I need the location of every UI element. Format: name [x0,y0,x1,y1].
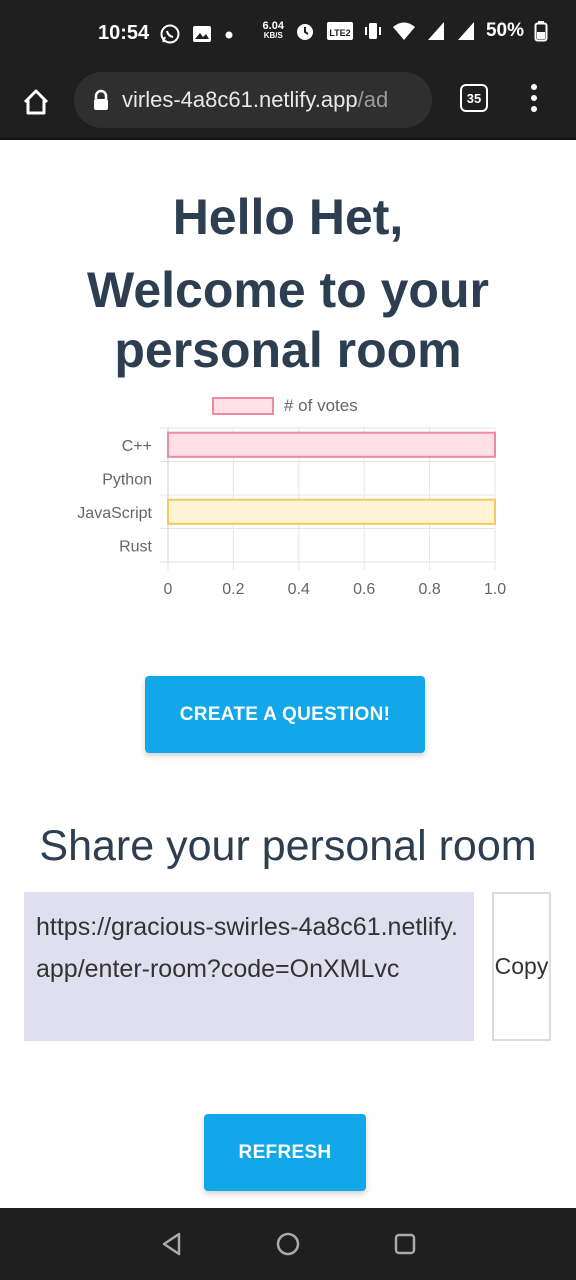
y-tick-label: Python [102,471,152,488]
legend-swatch [212,397,274,415]
create-question-button[interactable]: CREATE A QUESTION! [145,676,425,753]
battery-percent: 50% [485,20,524,41]
home-nav-button[interactable] [274,1230,302,1258]
whatsapp-icon [159,23,181,45]
signal-icon-2 [456,20,476,42]
home-button[interactable] [18,84,54,120]
volte-text: LTE2 [329,28,350,38]
copy-button[interactable]: Copy [492,892,551,1041]
recents-icon [394,1233,416,1255]
status-bar: 10:54 6.04 KB/S LTE2 50% [0,0,576,72]
status-right: 6.04 KB/S LTE2 50% [263,20,548,42]
url-rest: /ad [357,87,389,112]
recents-nav-button[interactable] [391,1230,419,1258]
more-menu-icon[interactable] [524,82,544,114]
home-circle-icon [276,1232,300,1256]
refresh-button[interactable]: REFRESH [204,1114,366,1191]
wifi-icon [392,20,416,42]
greeting-heading: Hello Het, [172,189,404,245]
copy-label: Copy [494,953,549,979]
address-bar[interactable]: virles-4a8c61.netlify.app/ad [74,72,432,128]
x-tick-label: 1.0 [484,581,506,598]
x-tick-label: 0.4 [288,581,310,598]
speed-unit: KB/S [263,31,283,40]
x-tick-label: 0 [164,581,173,598]
volte-icon: LTE2 [326,20,354,42]
y-tick-label: JavaScript [77,505,152,522]
share-link-box[interactable]: https://gracious-swirles-4a8c61.netlify.… [24,892,474,1041]
signal-icon-1 [426,20,446,42]
tab-switcher-button[interactable]: 35 [460,84,488,112]
lock-icon [94,89,108,110]
url-text: virles-4a8c61.netlify.app/ad [122,87,388,113]
x-tick-label: 0.2 [222,581,244,598]
x-tick-label: 0.8 [418,581,440,598]
notification-dot-icon [223,23,235,45]
votes-chart: 0 0.2 0.4 0.6 0.8 1.0 C++ Python JavaScript Rust … [0,388,576,608]
chart-legend[interactable]: # of votes [212,396,358,416]
network-speed: 6.04 KB/S [263,21,284,41]
gallery-icon [191,23,213,45]
back-nav-button[interactable] [158,1230,186,1258]
y-tick-label: C++ [122,438,152,455]
system-navigation-bar [0,1208,576,1280]
bar-c- [167,431,496,458]
legend-label: # of votes [284,396,358,415]
status-left: 10:54 [98,22,235,45]
y-tick-label: Rust [119,538,152,555]
welcome-heading: Welcome to your personal room [87,262,489,378]
tab-count: 35 [466,90,482,106]
bar-javascript [167,498,496,525]
back-icon [162,1232,181,1256]
vibrate-icon [364,20,382,42]
home-icon [23,89,49,115]
url-main: virles-4a8c61.netlify.app [122,87,358,112]
chart-svg: 0 0.2 0.4 0.6 0.8 1.0 C++ Python JavaScript Rust [77,427,506,598]
speed-value: 6.04 [262,20,284,32]
status-time: 10:54 [98,22,150,44]
alarm-icon [294,20,316,42]
browser-toolbar: virles-4a8c61.netlify.app/ad 35 [0,72,576,140]
share-heading: Share your personal room [39,822,537,870]
x-tick-label: 0.6 [353,581,375,598]
battery-icon [534,20,548,42]
page-content: Hello Het, Welcome to your personal room… [0,142,576,1208]
